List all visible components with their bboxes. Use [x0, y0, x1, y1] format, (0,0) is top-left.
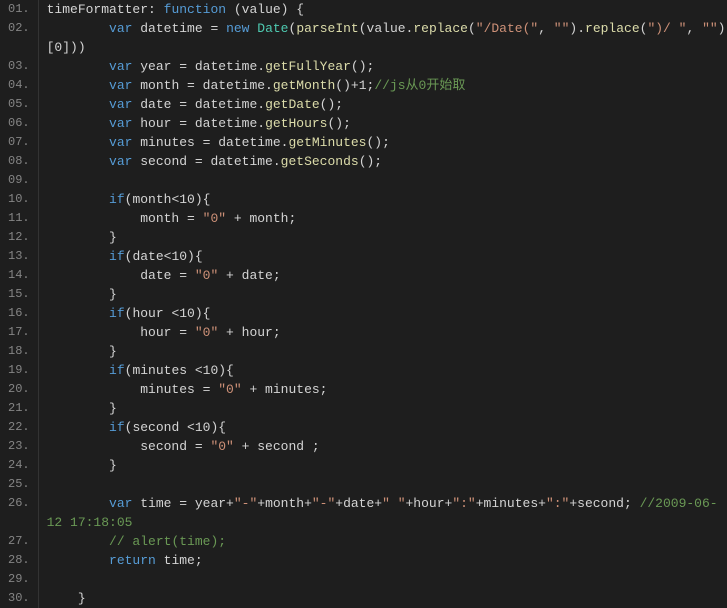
code-line: date = "0" + date; — [47, 266, 727, 285]
code-line: if(minutes <10){ — [47, 361, 727, 380]
code-line: } — [47, 589, 727, 608]
code-line: var hour = datetime.getHours(); — [47, 114, 727, 133]
line-number: 21. — [8, 399, 30, 418]
code-line: return time; — [47, 551, 727, 570]
code-line: // alert(time); — [47, 532, 727, 551]
code-line: if(date<10){ — [47, 247, 727, 266]
code-line — [47, 171, 727, 190]
line-number: 02. — [8, 19, 30, 38]
code-line: minutes = "0" + minutes; — [47, 380, 727, 399]
line-number: 24. — [8, 456, 30, 475]
line-number — [8, 38, 30, 57]
code-line — [47, 570, 727, 589]
line-number — [8, 513, 30, 532]
code-line: } — [47, 456, 727, 475]
code-line: if(month<10){ — [47, 190, 727, 209]
code-line: var second = datetime.getSeconds(); — [47, 152, 727, 171]
line-number: 28. — [8, 551, 30, 570]
code-line: var datetime = new Date(parseInt(value.r… — [47, 19, 727, 38]
code-line — [47, 475, 727, 494]
line-number: 12. — [8, 228, 30, 247]
line-number: 07. — [8, 133, 30, 152]
code-content[interactable]: timeFormatter: function (value) { var da… — [39, 0, 727, 608]
line-number: 18. — [8, 342, 30, 361]
line-number: 13. — [8, 247, 30, 266]
line-number: 06. — [8, 114, 30, 133]
line-number: 11. — [8, 209, 30, 228]
line-number: 27. — [8, 532, 30, 551]
code-line: if(hour <10){ — [47, 304, 727, 323]
code-line: } — [47, 228, 727, 247]
line-number: 23. — [8, 437, 30, 456]
line-number: 29. — [8, 570, 30, 589]
line-number: 26. — [8, 494, 30, 513]
code-line: var date = datetime.getDate(); — [47, 95, 727, 114]
code-line: if(second <10){ — [47, 418, 727, 437]
line-number: 09. — [8, 171, 30, 190]
code-line: } — [47, 285, 727, 304]
line-number: 16. — [8, 304, 30, 323]
code-line: var minutes = datetime.getMinutes(); — [47, 133, 727, 152]
code-line: } — [47, 399, 727, 418]
code-line: var month = datetime.getMonth()+1;//js从0… — [47, 76, 727, 95]
line-number: 15. — [8, 285, 30, 304]
line-number: 22. — [8, 418, 30, 437]
line-numbers: 01.02.03.04.05.06.07.08.09.10.11.12.13.1… — [0, 0, 39, 608]
line-number: 19. — [8, 361, 30, 380]
line-number: 10. — [8, 190, 30, 209]
line-number: 03. — [8, 57, 30, 76]
code-line: timeFormatter: function (value) { — [47, 0, 727, 19]
code-line: hour = "0" + hour; — [47, 323, 727, 342]
code-editor: 01.02.03.04.05.06.07.08.09.10.11.12.13.1… — [0, 0, 727, 608]
code-line: } — [47, 342, 727, 361]
code-line: second = "0" + second ; — [47, 437, 727, 456]
line-number: 01. — [8, 0, 30, 19]
line-number: 08. — [8, 152, 30, 171]
code-line: 12 17:18:05 — [47, 513, 727, 532]
code-line: month = "0" + month; — [47, 209, 727, 228]
line-number: 05. — [8, 95, 30, 114]
line-number: 30. — [8, 589, 30, 608]
code-line: [0])) — [47, 38, 727, 57]
line-number: 20. — [8, 380, 30, 399]
line-number: 25. — [8, 475, 30, 494]
line-number: 04. — [8, 76, 30, 95]
code-line: var time = year+"-"+month+"-"+date+" "+h… — [47, 494, 727, 513]
line-number: 17. — [8, 323, 30, 342]
line-number: 14. — [8, 266, 30, 285]
code-line: var year = datetime.getFullYear(); — [47, 57, 727, 76]
